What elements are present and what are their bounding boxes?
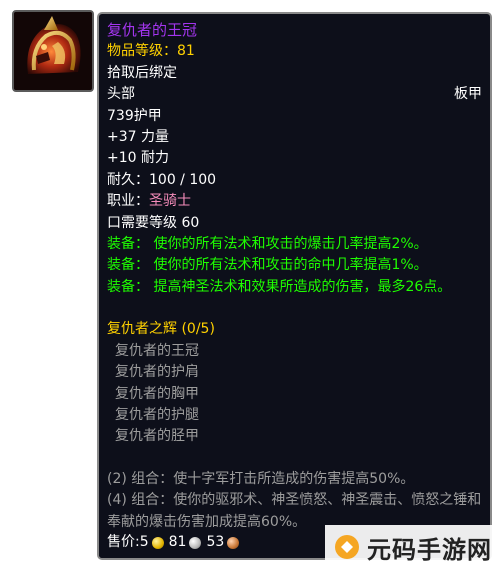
armor-value: 739护甲 — [107, 107, 162, 124]
armor-type: 板甲 — [454, 86, 482, 103]
class-label: 职业： — [107, 193, 149, 210]
class-value: 圣骑士 — [149, 193, 191, 210]
equip-effect: 装备： 使你的所有法术和攻击的爆击几率提高2%。 — [107, 236, 428, 253]
stat-stamina: +10 耐力 — [107, 150, 169, 167]
set-piece: 复仇者的护腿 — [115, 406, 199, 423]
set-piece: 复仇者的胫甲 — [115, 428, 199, 445]
class-requirement: 职业：圣骑士 — [107, 191, 482, 212]
set-bonus: (2) 组合：使十字军打击所造成的伤害提高50%。 — [107, 470, 415, 487]
copper-amount: 53 — [206, 534, 225, 551]
item-level: 物品等级：81 — [107, 43, 195, 60]
set-piece: 复仇者的胸甲 — [115, 385, 199, 402]
item-icon-frame[interactable] — [12, 10, 94, 92]
watermark-text: 元码手游网 — [367, 535, 492, 564]
watermark-logo-icon — [335, 535, 359, 559]
level-requirement: 口需要等级 60 — [107, 214, 200, 231]
stat-strength: +37 力量 — [107, 129, 169, 146]
equip-effect: 装备： 提高神圣法术和效果所造成的伤害，最多26点。 — [107, 278, 452, 295]
set-title: 复仇者之辉 (0/5) — [107, 321, 215, 338]
durability: 耐久：100 / 100 — [107, 171, 217, 188]
slot-label: 头部 — [107, 86, 135, 103]
set-piece: 复仇者的王冠 — [115, 342, 199, 359]
sell-label: 售价: — [107, 534, 140, 551]
slot-row: 头部 板甲 — [107, 84, 482, 105]
set-piece: 复仇者的护肩 — [115, 364, 199, 381]
item-tooltip: 复仇者的王冠 物品等级：81 拾取后绑定 头部 板甲 739护甲 +37 力量 … — [97, 12, 492, 560]
item-name: 复仇者的王冠 — [107, 21, 198, 39]
silver-coin-icon — [189, 537, 202, 549]
helmet-icon — [14, 12, 92, 90]
silver-amount: 81 — [168, 534, 187, 551]
watermark: 元码手游网 — [325, 525, 500, 569]
gold-amount: 5 — [139, 534, 149, 551]
page: 复仇者的王冠 物品等级：81 拾取后绑定 头部 板甲 739护甲 +37 力量 … — [0, 0, 500, 569]
bind-type: 拾取后绑定 — [107, 64, 177, 81]
equip-effect: 装备： 使你的所有法术和攻击的命中几率提高1%。 — [107, 257, 428, 274]
gold-coin-icon — [151, 537, 164, 549]
copper-coin-icon — [227, 537, 240, 549]
